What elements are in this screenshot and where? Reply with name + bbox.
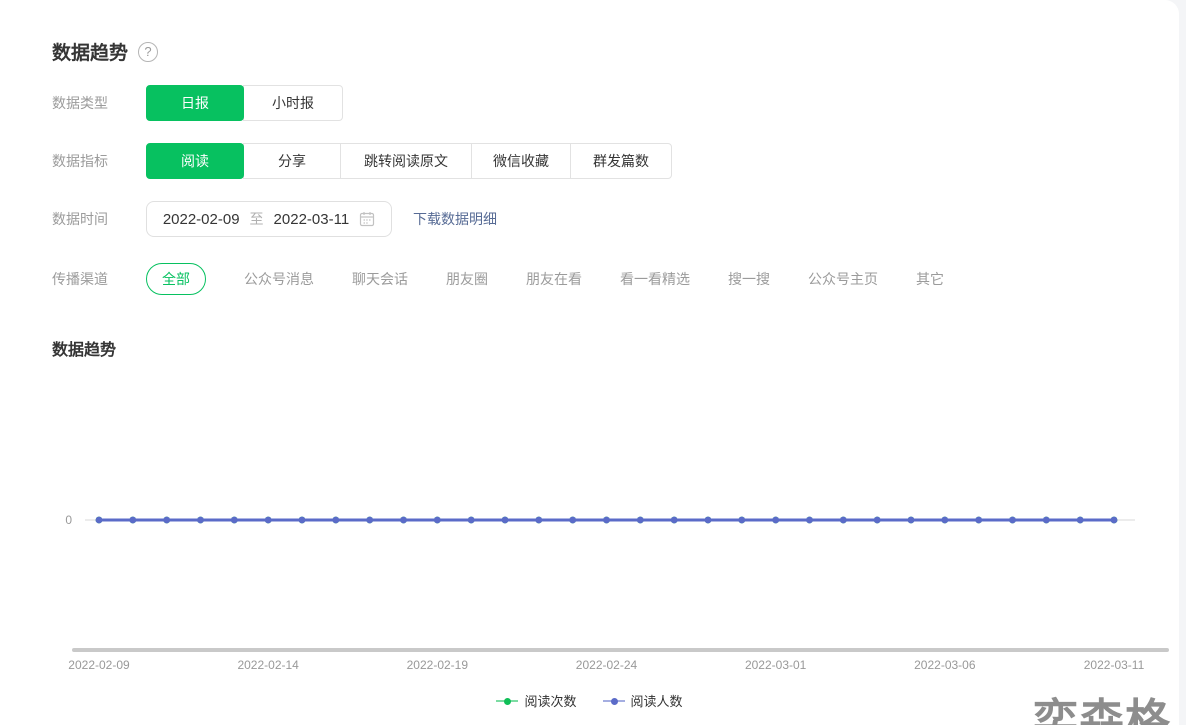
data-metric-option-4[interactable]: 群发篇数: [570, 143, 672, 179]
x-axis-tick: 2022-02-19: [377, 658, 497, 672]
data-metric-option-3[interactable]: 微信收藏: [471, 143, 571, 179]
chart-section-title: 数据趋势: [52, 336, 116, 360]
legend-label: 阅读次数: [524, 691, 576, 710]
data-metric-label: 数据指标: [52, 151, 146, 171]
question-circle-icon[interactable]: ?: [138, 42, 158, 62]
chart-horizontal-scrollbar[interactable]: [72, 648, 1169, 652]
data-type-row: 数据类型 日报小时报: [52, 85, 343, 121]
channel-option-6[interactable]: 搜一搜: [728, 263, 770, 295]
chart-legend: 阅读次数 阅读人数: [0, 691, 1179, 710]
data-metric-option-1[interactable]: 分享: [243, 143, 341, 179]
channel-option-7[interactable]: 公众号主页: [808, 263, 878, 295]
data-time-row: 数据时间 2022-02-09 至 2022-03-11 下载数据明细: [52, 201, 497, 237]
data-metric-button-group: 阅读分享跳转阅读原文微信收藏群发篇数: [146, 143, 672, 179]
x-axis-tick: 2022-02-24: [547, 658, 667, 672]
data-type-label: 数据类型: [52, 93, 146, 113]
channel-option-1[interactable]: 公众号消息: [244, 263, 314, 295]
channel-option-8[interactable]: 其它: [916, 263, 944, 295]
data-metric-option-2[interactable]: 跳转阅读原文: [340, 143, 472, 179]
data-type-option-1[interactable]: 小时报: [243, 85, 343, 121]
x-axis-tick: 2022-02-14: [208, 658, 328, 672]
content-card: 数据趋势 ? 数据类型 日报小时报 数据指标 阅读分享跳转阅读原文微信收藏群发篇…: [0, 0, 1179, 725]
download-data-link[interactable]: 下载数据明细: [413, 209, 497, 229]
page-title: 数据趋势: [52, 38, 128, 65]
data-metric-row: 数据指标 阅读分享跳转阅读原文微信收藏群发篇数: [52, 143, 672, 179]
legend-marker-icon: [496, 695, 518, 707]
channel-row: 传播渠道 全部 公众号消息 聊天会话 朋友圈 朋友在看 看一看精选 搜一搜 公众号主页 其它: [52, 263, 944, 295]
x-axis-tick: 2022-03-01: [716, 658, 836, 672]
x-axis-tick: 2022-03-06: [885, 658, 1005, 672]
start-date-value: 2022-02-09: [163, 211, 240, 228]
x-axis-tick: 2022-03-11: [1054, 658, 1174, 672]
trend-line-plot: [0, 360, 1179, 640]
calendar-icon: [359, 211, 375, 227]
legend-marker-icon: [603, 695, 625, 707]
legend-item-1[interactable]: 阅读人数: [603, 691, 683, 710]
channel-option-4[interactable]: 朋友在看: [526, 263, 582, 295]
legend-label: 阅读人数: [631, 691, 683, 710]
channel-label: 传播渠道: [52, 269, 146, 289]
channel-option-0[interactable]: 全部: [146, 263, 206, 295]
date-range-picker[interactable]: 2022-02-09 至 2022-03-11: [146, 201, 392, 237]
trend-chart: 0 2022-02-092022-02-142022-02-192022-02-…: [0, 360, 1179, 725]
page-header: 数据趋势 ?: [52, 38, 158, 65]
data-time-label: 数据时间: [52, 209, 146, 229]
data-type-button-group: 日报小时报: [146, 85, 343, 121]
channel-option-5[interactable]: 看一看精选: [620, 263, 690, 295]
legend-item-0[interactable]: 阅读次数: [496, 691, 576, 710]
end-date-value: 2022-03-11: [274, 211, 350, 228]
channel-list: 全部 公众号消息 聊天会话 朋友圈 朋友在看 看一看精选 搜一搜 公众号主页 其它: [146, 263, 944, 295]
date-separator: 至: [250, 209, 264, 229]
data-metric-option-0[interactable]: 阅读: [146, 143, 244, 179]
channel-option-2[interactable]: 聊天会话: [352, 263, 408, 295]
watermark-logo: 奕森格: [1033, 684, 1171, 725]
data-type-option-0[interactable]: 日报: [146, 85, 244, 121]
analytics-page: 数据趋势 ? 数据类型 日报小时报 数据指标 阅读分享跳转阅读原文微信收藏群发篇…: [0, 0, 1186, 725]
x-axis-tick: 2022-02-09: [39, 658, 159, 672]
channel-option-3[interactable]: 朋友圈: [446, 263, 488, 295]
